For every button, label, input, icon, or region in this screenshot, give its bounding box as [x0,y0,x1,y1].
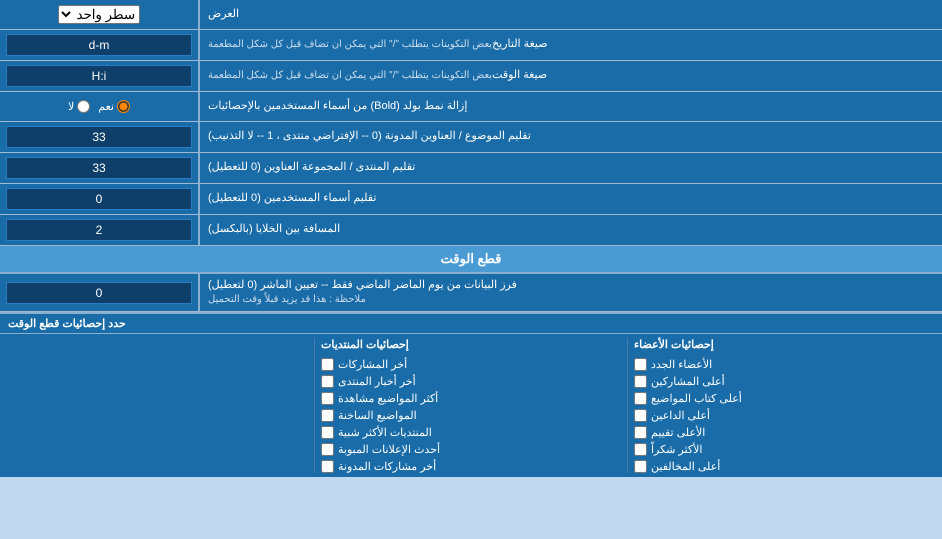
checkbox-top-similar-forums-input[interactable] [321,426,334,439]
header-label: العرض [200,0,942,29]
topic-header-input[interactable]: 33 [6,126,192,148]
checkbox-most-viewed: أكثر المواضيع مشاهدة [321,392,438,405]
checkbox-most-thanked: الأكثر شكراً [634,443,702,456]
checkbox-last-noted-posts-input[interactable] [321,460,334,473]
checkbox-most-viewed-input[interactable] [321,392,334,405]
cell-spacing-title: المسافة بين الخلايا (بالبكسل) [208,222,340,237]
checkbox-top-posters: أعلى المشاركين [634,375,725,388]
main-container: العرض سطر واحدسطرينثلاثة أسطر صيغة التار… [0,0,942,477]
checkbox-latest-ads: أحدث الإعلانات المبوبة [321,443,440,456]
checkbox-top-donors: أعلى الداعين [634,409,710,422]
time-format-input-container: H:i [0,61,200,91]
topic-header-input-container: 33 [0,122,200,152]
date-format-input-container: d-m [0,30,200,60]
cell-spacing-input-container: 2 [0,215,200,245]
time-format-sublabel: بعض التكوينات يتطلب "/" التي يمكن ان تضا… [208,69,492,83]
checkbox-last-posts-input[interactable] [321,358,334,371]
forum-header-row: تقليم المنتدى / المجموعة العناوين (0 للت… [0,153,942,184]
checkbox-top-book-writers-input[interactable] [634,392,647,405]
forum-stats-title: إحصائيات المنتديات [321,338,409,351]
cutoff-row: فرز البيانات من يوم الماضر الماضي فقط --… [0,274,942,312]
cutoff-section-header: قطع الوقت [0,246,942,274]
time-format-input[interactable]: H:i [6,65,192,87]
date-format-label: صيغة التاريخ بعض التكوينات يتطلب "/" الت… [200,30,942,60]
checkbox-last-forum-news-input[interactable] [321,375,334,388]
time-format-label: صيغة الوقت بعض التكوينات يتطلب "/" التي … [200,61,942,91]
checkbox-top-subscribed: أعلى المخالفين [634,460,720,473]
header-row: العرض سطر واحدسطرينثلاثة أسطر [0,0,942,30]
date-format-input[interactable]: d-m [6,34,192,56]
radio-no[interactable] [77,100,90,113]
header-title: العرض [208,7,239,22]
display-mode-select[interactable]: سطر واحدسطرينثلاثة أسطر [58,5,140,24]
checkbox-top-raters: الأعلى تقييم [634,426,705,439]
username-trim-row: تقليم أسماء المستخدمين (0 للتعطيل) 0 [0,184,942,215]
bold-remove-radio-group: نعم لا [68,100,130,113]
topic-header-label: تقليم الموضوع / العناوين المدونة (0 -- ا… [200,122,942,152]
radio-yes[interactable] [117,100,130,113]
col-divider-1 [627,338,628,473]
bold-remove-label: إزالة نمط بولد (Bold) من أسماء المستخدمي… [200,92,942,121]
topic-header-row: تقليم الموضوع / العناوين المدونة (0 -- ا… [0,122,942,153]
forum-header-title: تقليم المنتدى / المجموعة العناوين (0 للت… [208,160,415,175]
cell-spacing-row: المسافة بين الخلايا (بالبكسل) 2 [0,215,942,246]
members-stats-title: إحصائيات الأعضاء [634,338,714,351]
cell-spacing-label: المسافة بين الخلايا (بالبكسل) [200,215,942,245]
bold-remove-input-container: نعم لا [0,92,200,121]
members-stats-col: إحصائيات الأعضاء الأعضاء الجدد أعلى المش… [634,338,934,473]
forum-header-input-container: 33 [0,153,200,183]
stats-title: حدد إحصائيات قطع الوقت [8,317,126,330]
date-format-row: صيغة التاريخ بعض التكوينات يتطلب "/" الت… [0,30,942,61]
date-format-sublabel: بعض التكوينات يتطلب "/" التي يمكن ان تضا… [208,38,492,52]
checkbox-new-members-input[interactable] [634,358,647,371]
checkbox-last-posts: أخر المشاركات [321,358,407,371]
stats-section: حدد إحصائيات قطع الوقت إحصائيات الأعضاء … [0,312,942,477]
username-trim-input-container: 0 [0,184,200,214]
checkbox-sticky-topics-input[interactable] [321,409,334,422]
time-format-row: صيغة الوقت بعض التكوينات يتطلب "/" التي … [0,61,942,92]
cutoff-label: فرز البيانات من يوم الماضر الماضي فقط --… [200,274,942,311]
checkbox-top-posters-input[interactable] [634,375,647,388]
username-trim-input[interactable]: 0 [6,188,192,210]
topic-header-title: تقليم الموضوع / العناوين المدونة (0 -- ا… [208,129,531,144]
forum-header-label: تقليم المنتدى / المجموعة العناوين (0 للت… [200,153,942,183]
bold-remove-title: إزالة نمط بولد (Bold) من أسماء المستخدمي… [208,99,467,114]
bold-remove-row: إزالة نمط بولد (Bold) من أسماء المستخدمي… [0,92,942,122]
cutoff-input[interactable]: 0 [6,282,192,304]
checkbox-sticky-topics: المواضيع الساخنة [321,409,417,422]
radio-no-label: لا [68,100,90,113]
stats-title-row: حدد إحصائيات قطع الوقت [0,314,942,334]
checkbox-top-raters-input[interactable] [634,426,647,439]
cutoff-sublabel: ملاحظة : هذا قد يزيد قبلاً وقت التحميل [208,293,366,307]
empty-col [8,338,308,473]
col-divider-2 [314,338,315,473]
checkbox-most-thanked-input[interactable] [634,443,647,456]
checkbox-last-noted-posts: أخر مشاركات المدونة [321,460,436,473]
date-format-title: صيغة التاريخ [492,37,547,52]
checkbox-top-book-writers: أعلى كتاب المواضيع [634,392,742,405]
checkbox-top-similar-forums: المنتديات الأكثر شبية [321,426,432,439]
checkboxes-area: إحصائيات الأعضاء الأعضاء الجدد أعلى المش… [0,334,942,477]
username-trim-label: تقليم أسماء المستخدمين (0 للتعطيل) [200,184,942,214]
cutoff-title: فرز البيانات من يوم الماضر الماضي فقط --… [208,278,517,293]
header-dropdown-container: سطر واحدسطرينثلاثة أسطر [0,0,200,29]
cell-spacing-input[interactable]: 2 [6,219,192,241]
username-trim-title: تقليم أسماء المستخدمين (0 للتعطيل) [208,191,376,206]
checkbox-last-forum-news: أخر أخبار المنتدى [321,375,416,388]
checkbox-latest-ads-input[interactable] [321,443,334,456]
time-format-title: صيغة الوقت [492,68,547,83]
radio-yes-label: نعم [98,100,130,113]
cutoff-input-container: 0 [0,274,200,311]
checkbox-top-donors-input[interactable] [634,409,647,422]
checkbox-top-subscribed-input[interactable] [634,460,647,473]
forum-stats-col: إحصائيات المنتديات أخر المشاركات أخر أخب… [321,338,621,473]
forum-header-input[interactable]: 33 [6,157,192,179]
checkbox-new-members: الأعضاء الجدد [634,358,712,371]
